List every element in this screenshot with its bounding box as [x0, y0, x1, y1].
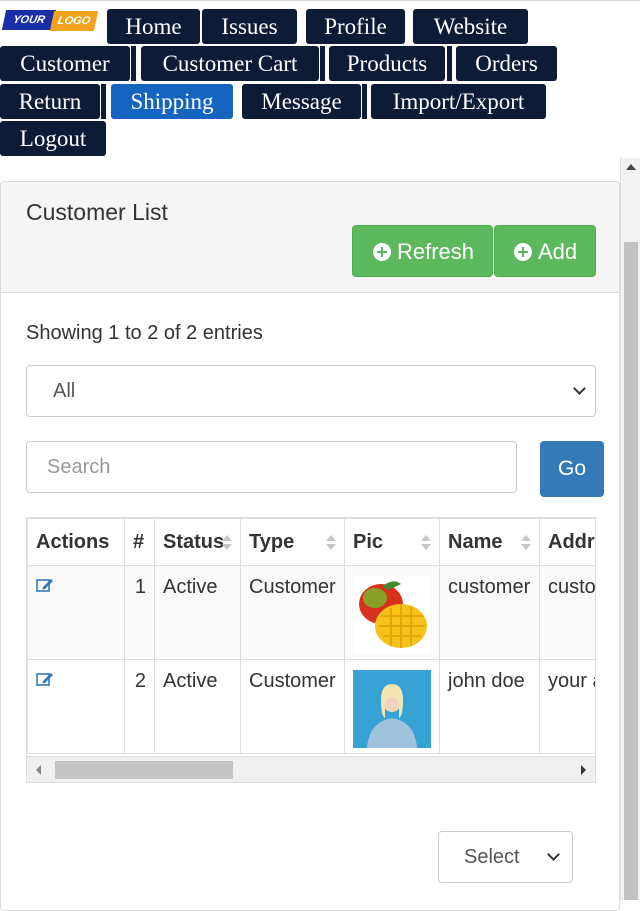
- sort-icon: [421, 535, 431, 551]
- table-header-row: Actions # Status Type Pic Name Address: [27, 518, 595, 566]
- nav-customer-cart[interactable]: Customer Cart: [141, 46, 319, 81]
- status-cell: Active: [154, 565, 241, 660]
- col-header-actions[interactable]: Actions: [27, 518, 125, 566]
- panel-title: Customer List: [26, 199, 168, 225]
- customer-photo: [353, 576, 431, 654]
- nav-home[interactable]: Home: [107, 9, 200, 44]
- name-cell: customer: [439, 565, 540, 660]
- plus-circle-icon: [514, 243, 532, 261]
- customer-list-panel: Customer List Refresh Add Showing 1 to 2…: [0, 181, 620, 911]
- plus-circle-icon: [373, 243, 391, 261]
- table-scrollbar-thumb[interactable]: [55, 761, 233, 779]
- chevron-down-icon: [573, 382, 586, 395]
- col-header-number[interactable]: #: [124, 518, 155, 566]
- table-row: 2 Active Customer john doe your: [27, 659, 595, 754]
- page-scrollbar-thumb[interactable]: [624, 242, 638, 900]
- address-cell: your address: [539, 659, 595, 754]
- table-row: 1 Active Customer customer custo: [27, 565, 595, 660]
- scroll-up-icon[interactable]: [626, 164, 636, 170]
- sort-icon: [326, 535, 336, 551]
- nav-products[interactable]: Products: [329, 46, 445, 81]
- row-number: 2: [124, 659, 155, 754]
- edit-icon[interactable]: [36, 670, 54, 686]
- col-header-name[interactable]: Name: [439, 518, 540, 566]
- chevron-down-icon: [547, 848, 560, 861]
- page-size-select[interactable]: Select: [438, 831, 573, 883]
- col-header-type[interactable]: Type: [240, 518, 345, 566]
- nav-return[interactable]: Return: [0, 84, 100, 119]
- add-button[interactable]: Add: [494, 225, 596, 277]
- col-header-status[interactable]: Status: [154, 518, 241, 566]
- nav-separator: [131, 46, 136, 81]
- nav-import-export[interactable]: Import/Export: [371, 84, 546, 119]
- nav-separator: [320, 46, 325, 81]
- refresh-button-label: Refresh: [397, 239, 475, 264]
- type-cell: Customer: [240, 659, 345, 754]
- nav-shipping[interactable]: Shipping: [111, 84, 233, 119]
- nav-logout[interactable]: Logout: [0, 121, 106, 156]
- customer-table-container: Actions # Status Type Pic Name Address: [26, 517, 596, 783]
- actions-cell: [27, 659, 125, 754]
- nav-website[interactable]: Website: [413, 9, 528, 44]
- nav-orders[interactable]: Orders: [456, 46, 557, 81]
- col-header-pic[interactable]: Pic: [344, 518, 440, 566]
- table-horizontal-scrollbar[interactable]: [27, 756, 595, 782]
- edit-icon[interactable]: [36, 576, 54, 592]
- main-nav: Home Issues Profile Website Customer Cus…: [0, 0, 640, 160]
- scroll-right-icon[interactable]: [581, 765, 586, 775]
- go-button[interactable]: Go: [540, 441, 604, 497]
- pic-cell: [344, 565, 440, 660]
- refresh-button[interactable]: Refresh: [352, 225, 493, 277]
- type-cell: Customer: [240, 565, 345, 660]
- customer-photo: [353, 670, 431, 748]
- page-scrollbar[interactable]: [620, 158, 640, 900]
- address-cell: customer: [539, 565, 595, 660]
- pic-cell: [344, 659, 440, 754]
- row-number: 1: [124, 565, 155, 660]
- status-filter-value: All: [53, 380, 76, 402]
- status-filter-select[interactable]: All: [26, 365, 596, 417]
- nav-issues[interactable]: Issues: [202, 9, 297, 44]
- actions-cell: [27, 565, 125, 660]
- col-header-address[interactable]: Address: [539, 518, 595, 566]
- nav-message[interactable]: Message: [242, 84, 361, 119]
- search-placeholder: Search: [47, 456, 111, 478]
- nav-separator: [101, 84, 106, 119]
- search-input[interactable]: Search: [26, 441, 517, 493]
- nav-customer[interactable]: Customer: [0, 46, 130, 81]
- nav-profile[interactable]: Profile: [306, 9, 405, 44]
- name-cell: john doe: [439, 659, 540, 754]
- nav-separator: [362, 84, 367, 119]
- scroll-left-icon[interactable]: [36, 765, 41, 775]
- sort-icon: [222, 535, 232, 551]
- sort-icon: [521, 535, 531, 551]
- customer-table: Actions # Status Type Pic Name Address: [27, 518, 595, 754]
- panel-header: Customer List Refresh Add: [1, 182, 619, 293]
- page-size-value: Select: [464, 846, 520, 868]
- add-button-label: Add: [538, 239, 578, 264]
- entries-info: Showing 1 to 2 of 2 entries: [26, 322, 263, 344]
- status-cell: Active: [154, 659, 241, 754]
- nav-separator: [447, 46, 452, 81]
